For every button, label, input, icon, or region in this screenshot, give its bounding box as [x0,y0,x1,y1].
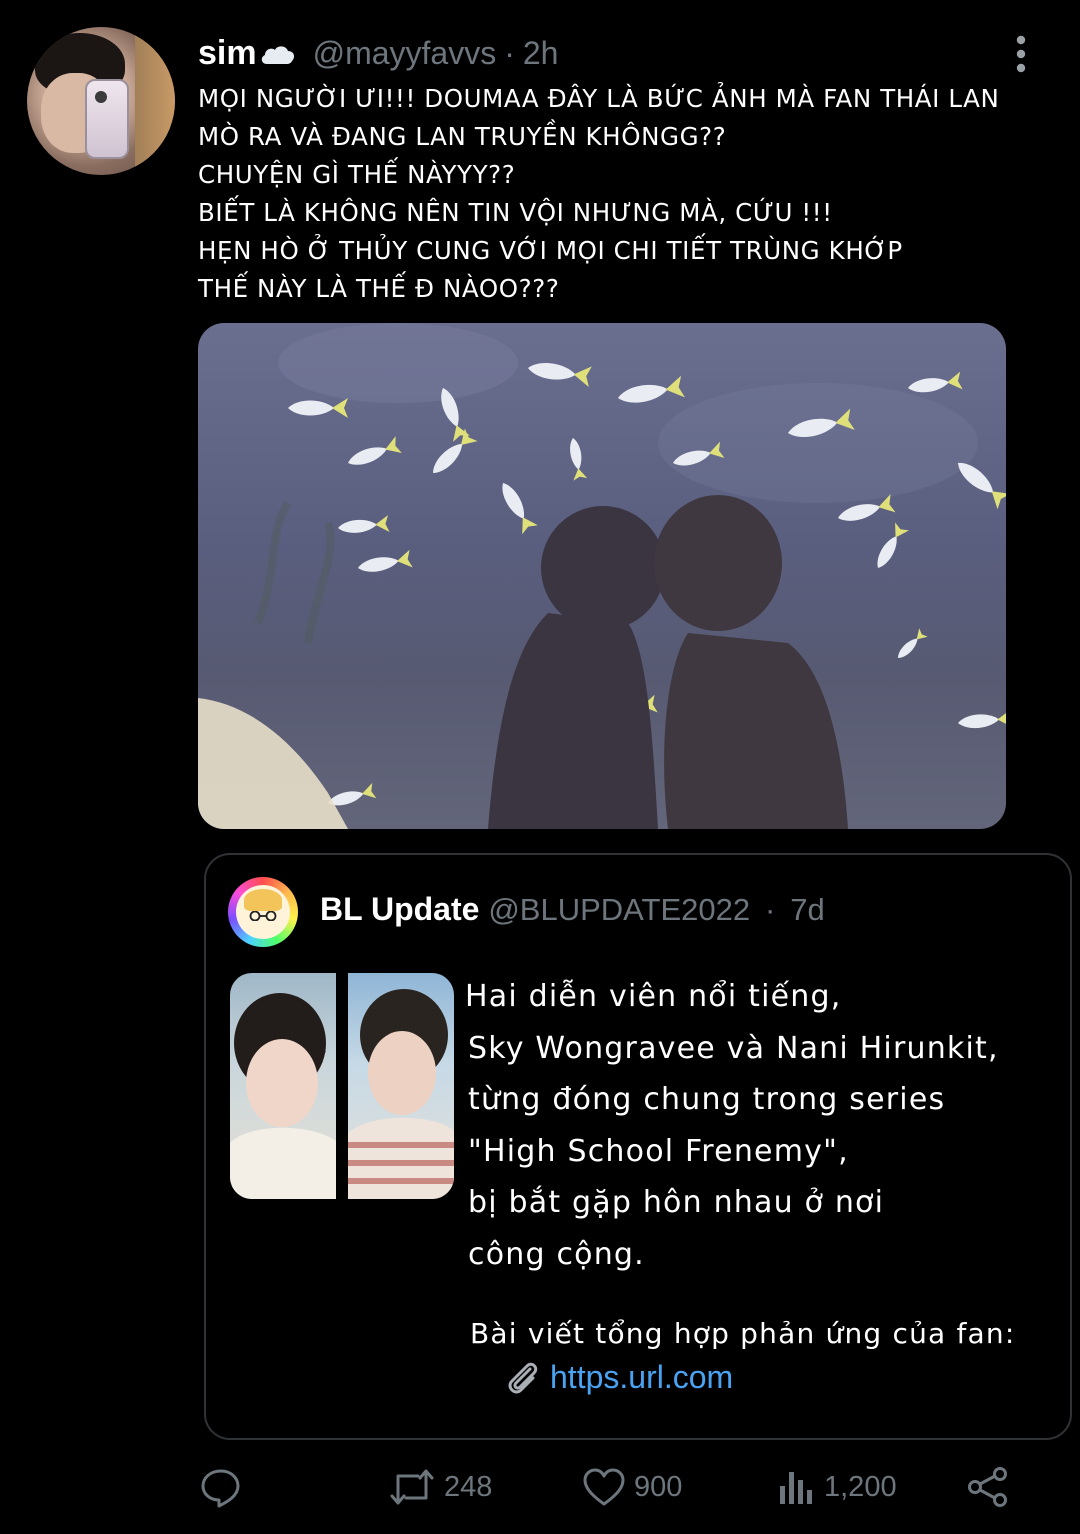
avatar-phone [85,79,129,159]
tweet-text: MỌI NGƯỜI ƯI!!! DOUMAA ĐÂY LÀ BỨC ẢNH MÀ… [198,80,1078,308]
tweet-text-line: HẸN HÒ Ở THỦY CUNG VỚI MỌI CHI TIẾT TRÙN… [198,236,903,265]
header-separator: · [504,34,515,71]
tweet-timestamp[interactable]: 2h [523,35,559,72]
avatar-background [135,27,175,175]
tweet-text-line: BIẾT LÀ KHÔNG NÊN TIN VỘI NHƯNG MÀ, CỨU … [198,198,833,227]
author-avatar[interactable] [27,27,175,175]
quoted-avatar-face [236,885,290,939]
author-handle[interactable]: @mayyfavvs [313,35,497,72]
retweet-button[interactable]: 248 [388,1466,492,1508]
share-button[interactable] [966,1466,1018,1508]
tweet[interactable]: sim @mayyfavvs · 2h MỌI NGƯỜI ƯI!!! DOUM… [0,0,1080,1534]
quoted-text-line: Sky Wongravee và Nani Hirunkit, [468,1030,999,1066]
quoted-text-line: công cộng. [468,1236,645,1272]
quoted-header-separator: · [765,892,776,927]
quoted-tweet[interactable]: BL Update @BLUPDATE2022 · 7d Hai diễn vi… [204,853,1072,1440]
retweet-count: 248 [444,1470,493,1503]
quoted-text-line: Hai diễn viên nổi tiếng, [465,979,842,1014]
tweet-text-line: THẾ NÀY LÀ THẾ Đ NÀOO??? [198,274,560,303]
like-count: 900 [634,1470,683,1503]
share-icon [968,1467,1007,1507]
quoted-link[interactable]: https.url.com [550,1359,733,1396]
retweet-icon [390,1469,434,1505]
quoted-photo-actor-2[interactable] [348,973,454,1199]
tweet-photo-aquarium[interactable] [198,323,1006,829]
paperclip-icon [508,1362,538,1394]
quoted-author-handle[interactable]: @BLUPDATE2022 [488,892,750,927]
quoted-text-line: "High School Frenemy", [468,1133,849,1169]
quoted-footer-text: Bài viết tổng hợp phản ứng của fan: [470,1317,1016,1350]
cloud-icon [259,42,297,64]
more-options-icon[interactable] [1012,34,1030,74]
quoted-photo-actor-1[interactable] [230,973,336,1199]
quoted-tweet-text: Hai diễn viên nổi tiếng, Sky Wongravee v… [465,971,1068,1280]
views-button[interactable]: 1,200 [776,1466,897,1508]
tweet-actions: 248 900 1,200 [0,1460,1080,1520]
reply-button[interactable] [200,1466,250,1508]
quoted-text-line: từng đóng chung trong series [468,1082,946,1117]
like-button[interactable]: 900 [582,1466,682,1508]
quoted-author-avatar[interactable] [228,877,298,947]
reply-icon [201,1469,240,1508]
quoted-tweet-header: BL Update @BLUPDATE2022 · 7d [320,891,825,928]
tweet-text-line: MỌI NGƯỜI ƯI!!! DOUMAA ĐÂY LÀ BỨC ẢNH MÀ… [198,84,1000,113]
quoted-text-line: bị bắt gặp hôn nhau ở nơi [468,1185,885,1220]
author-display-name[interactable]: sim [198,34,257,73]
quoted-link-row: https.url.com [500,1355,733,1399]
heart-icon [583,1468,625,1506]
quoted-tweet-timestamp[interactable]: 7d [790,892,824,927]
views-icon [780,1472,812,1504]
glasses-icon [249,911,277,921]
tweet-text-line: CHUYỆN GÌ THẾ NÀYYY?? [198,160,516,189]
tweet-header: sim @mayyfavvs · 2h [198,28,558,78]
quoted-author-display-name[interactable]: BL Update [320,891,479,927]
tweet-text-line: MÒ RA VÀ ĐANG LAN TRUYỀN KHÔNGG?? [198,122,727,151]
views-count: 1,200 [824,1470,897,1503]
